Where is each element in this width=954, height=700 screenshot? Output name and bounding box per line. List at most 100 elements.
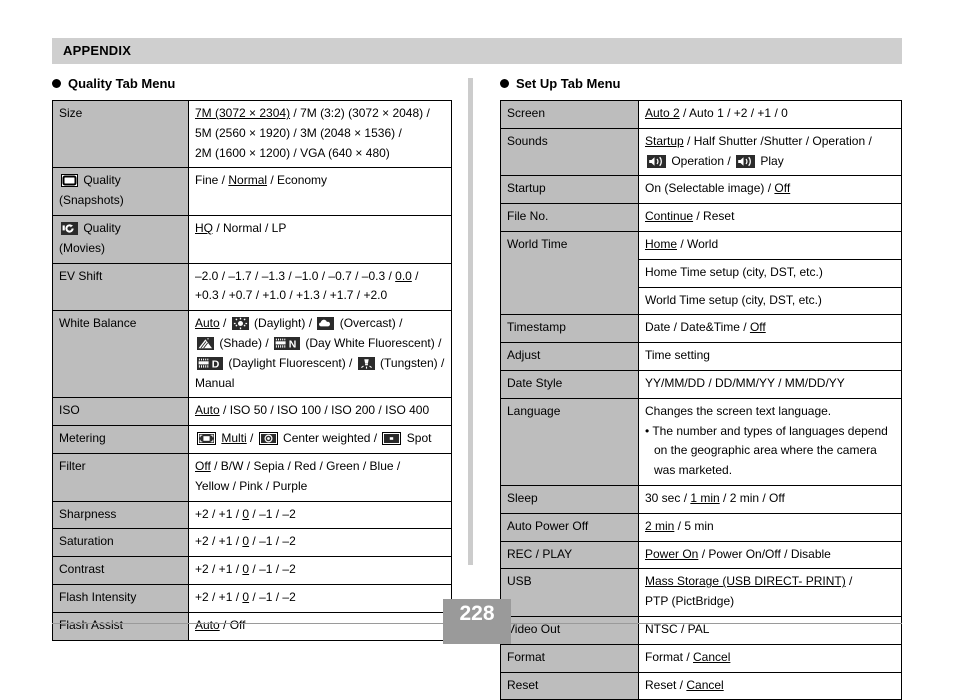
- row-value-cell: Auto / Off: [188, 611, 452, 641]
- row-value-line: +2 / +1 / 0 / –1 / –2: [195, 562, 296, 577]
- row-value-line: On (Selectable image) / Off: [645, 181, 791, 196]
- row-value-line: Off / B/W / Sepia / Red / Green / Blue /: [195, 458, 401, 473]
- overcast-icon: [317, 317, 335, 331]
- row-value-cell: Home / World: [638, 230, 902, 260]
- shade-icon: [197, 336, 214, 350]
- row-label-text: Sharpness: [59, 506, 117, 521]
- table-row: Size 7M (3072 × 2304) / 7M (3:2) (3072 × …: [52, 99, 452, 169]
- speaker-icon: [736, 154, 756, 168]
- row-label-cell: Screen: [500, 100, 639, 129]
- row-value-cell: Off / B/W / Sepia / Red / Green / Blue /…: [188, 452, 452, 502]
- table-row: Sounds Startup / Half Shutter /Shutter / …: [500, 127, 902, 177]
- row-label-sublabel: (Snapshots): [59, 193, 124, 208]
- table-row: Quality (Snapshots) Fine / Normal / Econom…: [52, 167, 452, 216]
- snapshot-icon: [61, 174, 78, 188]
- row-label-cell: Filter: [52, 452, 189, 502]
- row-label-cell: Quality (Snapshots): [52, 167, 189, 216]
- table-row: Format Format / Cancel: [500, 643, 902, 673]
- row-label-text: Contrast: [59, 562, 105, 577]
- table-row: ISO Auto / ISO 50 / ISO 100 / ISO 200 / I…: [52, 397, 452, 427]
- row-value-line: –2.0 / –1.7 / –1.3 / –1.0 / –0.7 / –0.3 …: [195, 268, 419, 283]
- row-value-line: Changes the screen text language.: [645, 403, 832, 418]
- row-label-text: Format: [507, 649, 546, 664]
- bullet-icon: [52, 79, 61, 88]
- row-label-text: Flash Intensity: [59, 589, 137, 604]
- row-label-text: Sounds: [507, 133, 548, 148]
- table-row: Flash Intensity +2 / +1 / 0 / –1 / –2: [52, 583, 452, 613]
- row-label-text: Language: [507, 403, 561, 418]
- row-value-line: Fine / Normal / Economy: [195, 173, 328, 188]
- row-label-text: EV Shift: [59, 268, 103, 283]
- row-value-cell: Date / Date&Time / Off: [638, 314, 902, 344]
- row-value-line: HQ / Normal / LP: [195, 220, 287, 235]
- row-label-cell: Date Style: [500, 369, 639, 399]
- row-value-cell: +2 / +1 / 0 / –1 / –2: [188, 528, 452, 558]
- row-label-cell: Startup: [500, 175, 639, 205]
- row-value-cell: Startup / Half Shutter /Shutter / Operat…: [638, 127, 902, 177]
- row-label-text: Adjust: [507, 348, 541, 363]
- row-value-line: Startup / Half Shutter /Shutter / Operat…: [645, 133, 872, 148]
- row-label-cell: White Balance: [52, 310, 189, 399]
- row-value-cell: NTSC / PAL: [638, 615, 902, 645]
- row-value-line: Auto / (Daylight) / (Overcast) /: [195, 316, 403, 331]
- row-label-text: Quality: [83, 173, 121, 188]
- row-label-cell: Format: [500, 643, 639, 673]
- row-label-text: Flash Assist: [59, 617, 124, 632]
- table-row: Sharpness +2 / +1 / 0 / –1 / –2: [52, 500, 452, 530]
- row-label-text: ISO: [59, 403, 80, 418]
- multi-metering-icon: [197, 432, 216, 446]
- row-value-line: Home / World: [645, 236, 719, 251]
- row-value-cell: Home Time setup (city, DST, etc.): [638, 258, 902, 288]
- row-label-cell: Saturation: [52, 528, 189, 558]
- row-value-line: Power On / Power On/Off / Disable: [645, 546, 831, 561]
- row-value-line: +2 / +1 / 0 / –1 / –2: [195, 589, 296, 604]
- speaker-icon: [647, 154, 666, 168]
- row-value-line: Multi / Center weighted / Spot: [195, 429, 446, 449]
- row-value-cell: Fine / Normal / Economy: [188, 167, 452, 216]
- left-column: Quality Tab Menu Size 7M (3072 × 2304) / …: [52, 76, 452, 641]
- row-value-cell: Multi / Center weighted / Spot: [188, 425, 452, 454]
- row-label-cell: Reset: [500, 671, 639, 700]
- row-label-cell: World Time: [500, 230, 639, 316]
- row-label-text: File No.: [507, 209, 549, 224]
- row-value-line: Reset / Cancel: [645, 677, 724, 692]
- row-label-cell: Timestamp: [500, 314, 639, 344]
- table-row: Flash Assist Auto / Off: [52, 611, 452, 641]
- row-value-cell: Auto / (Daylight) / (Overcast) / (Shade)…: [188, 310, 452, 399]
- table-row: Auto Power Off 2 min / 5 min: [500, 512, 902, 542]
- row-label-cell: Contrast: [52, 556, 189, 585]
- row-value-line: • The number and types of languages depe…: [645, 423, 888, 438]
- row-label-text: Auto Power Off: [507, 518, 589, 533]
- column-divider: [468, 78, 473, 565]
- row-label-text: USB: [507, 574, 532, 589]
- row-label-text: Saturation: [59, 534, 114, 549]
- row-label-cell: Video Out: [500, 615, 639, 645]
- row-label-text: Sleep: [507, 490, 538, 505]
- table-row: Screen Auto 2 / Auto 1 / +2 / +1 / 0: [500, 100, 902, 129]
- row-value-line: on the geographic area where the camera: [654, 443, 877, 458]
- row-value-cell: +2 / +1 / 0 / –1 / –2: [188, 583, 452, 613]
- row-value-line: +0.3 / +0.7 / +1.0 / +1.3 / +1.7 / +2.0: [195, 288, 388, 303]
- movie-icon: [61, 221, 78, 235]
- row-value-line: 2 min / 5 min: [645, 518, 714, 533]
- row-label-text: Timestamp: [507, 320, 566, 335]
- row-value-line: YY/MM/DD / DD/MM/YY / MM/DD/YY: [645, 375, 845, 390]
- row-value-cell: Format / Cancel: [638, 643, 902, 673]
- row-label-cell: Sounds: [500, 127, 639, 177]
- row-value-cell: Changes the screen text language. • The n…: [638, 397, 902, 486]
- row-label-text: Size: [59, 106, 83, 120]
- row-value-line: D (Daylight Fluorescent) / (Tungsten) /: [195, 354, 446, 374]
- row-value-cell: Reset / Cancel: [638, 671, 902, 700]
- row-value-cell: +2 / +1 / 0 / –1 / –2: [188, 500, 452, 530]
- row-label-text: Reset: [507, 677, 539, 692]
- row-label-cell: Sleep: [500, 484, 639, 514]
- row-label-text: Filter: [59, 458, 86, 473]
- row-label-text: Metering: [59, 431, 106, 446]
- row-value-line: Mass Storage (USB DIRECT- PRINT) /: [645, 574, 853, 589]
- page-number: 228: [459, 602, 495, 625]
- row-label-cell: Flash Assist: [52, 611, 189, 641]
- row-value-cell: 7M (3072 × 2304) / 7M (3:2) (3072 × 2048…: [188, 99, 452, 169]
- table-row: Sleep 30 sec / 1 min / 2 min / Off: [500, 484, 902, 514]
- table-row: White Balance Auto / (Daylight) / (Overca…: [52, 310, 452, 399]
- row-value-cell: Continue / Reset: [638, 203, 902, 232]
